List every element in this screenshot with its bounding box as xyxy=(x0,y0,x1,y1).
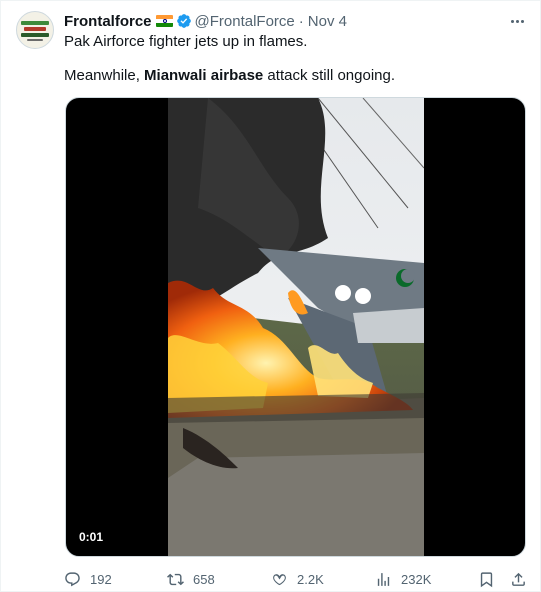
bookmark-button[interactable] xyxy=(478,569,495,589)
avatar-art-band-3 xyxy=(27,39,43,41)
repost-icon xyxy=(167,573,184,585)
author-name[interactable]: Frontalforce xyxy=(64,13,152,30)
views-button[interactable]: 232K xyxy=(375,569,431,589)
avatar[interactable] xyxy=(16,11,54,49)
tweet-header: Frontalforce @FrontalForce · Nov 4 xyxy=(64,11,347,31)
like-button[interactable]: 2.2K xyxy=(271,569,324,589)
share-button[interactable] xyxy=(510,569,527,589)
tweet-text-suffix: attack still ongoing. xyxy=(263,67,396,84)
tweet-text-prefix: Meanwhile, xyxy=(64,67,145,84)
avatar-art xyxy=(21,21,49,25)
repost-count: 658 xyxy=(193,571,215,587)
like-count: 2.2K xyxy=(297,571,324,587)
video-timestamp: 0:01 xyxy=(74,528,109,546)
tweet-text-line-2: Meanwhile, Mianwali airbase attack still… xyxy=(64,66,395,86)
video-player[interactable]: 0:01 xyxy=(65,97,526,557)
heart-icon xyxy=(273,573,286,585)
more-options-icon[interactable] xyxy=(508,12,526,30)
video-frame xyxy=(168,98,424,556)
reply-count: 192 xyxy=(90,571,112,587)
avatar-art-band xyxy=(24,27,46,31)
reply-icon xyxy=(65,571,80,586)
avatar-art-band-2 xyxy=(21,33,49,37)
repost-button[interactable]: 658 xyxy=(167,569,215,589)
author-handle[interactable]: @FrontalForce xyxy=(195,13,295,30)
separator-dot: · xyxy=(298,12,304,30)
share-icon xyxy=(512,572,525,586)
views-chart-icon xyxy=(377,572,390,586)
tweet-text-bold: Mianwali airbase xyxy=(144,67,264,84)
india-flag-icon xyxy=(155,15,173,27)
reply-button[interactable]: 192 xyxy=(64,569,112,589)
tweet-text-line-1: Pak Airforce fighter jets up in flames. xyxy=(64,33,308,50)
views-count: 232K xyxy=(401,571,432,587)
tweet-date[interactable]: Nov 4 xyxy=(308,13,347,30)
verified-badge-icon xyxy=(176,14,191,28)
tweet-actions: 192 658 2.2K 232K xyxy=(64,569,530,589)
bookmark-icon xyxy=(480,571,493,587)
